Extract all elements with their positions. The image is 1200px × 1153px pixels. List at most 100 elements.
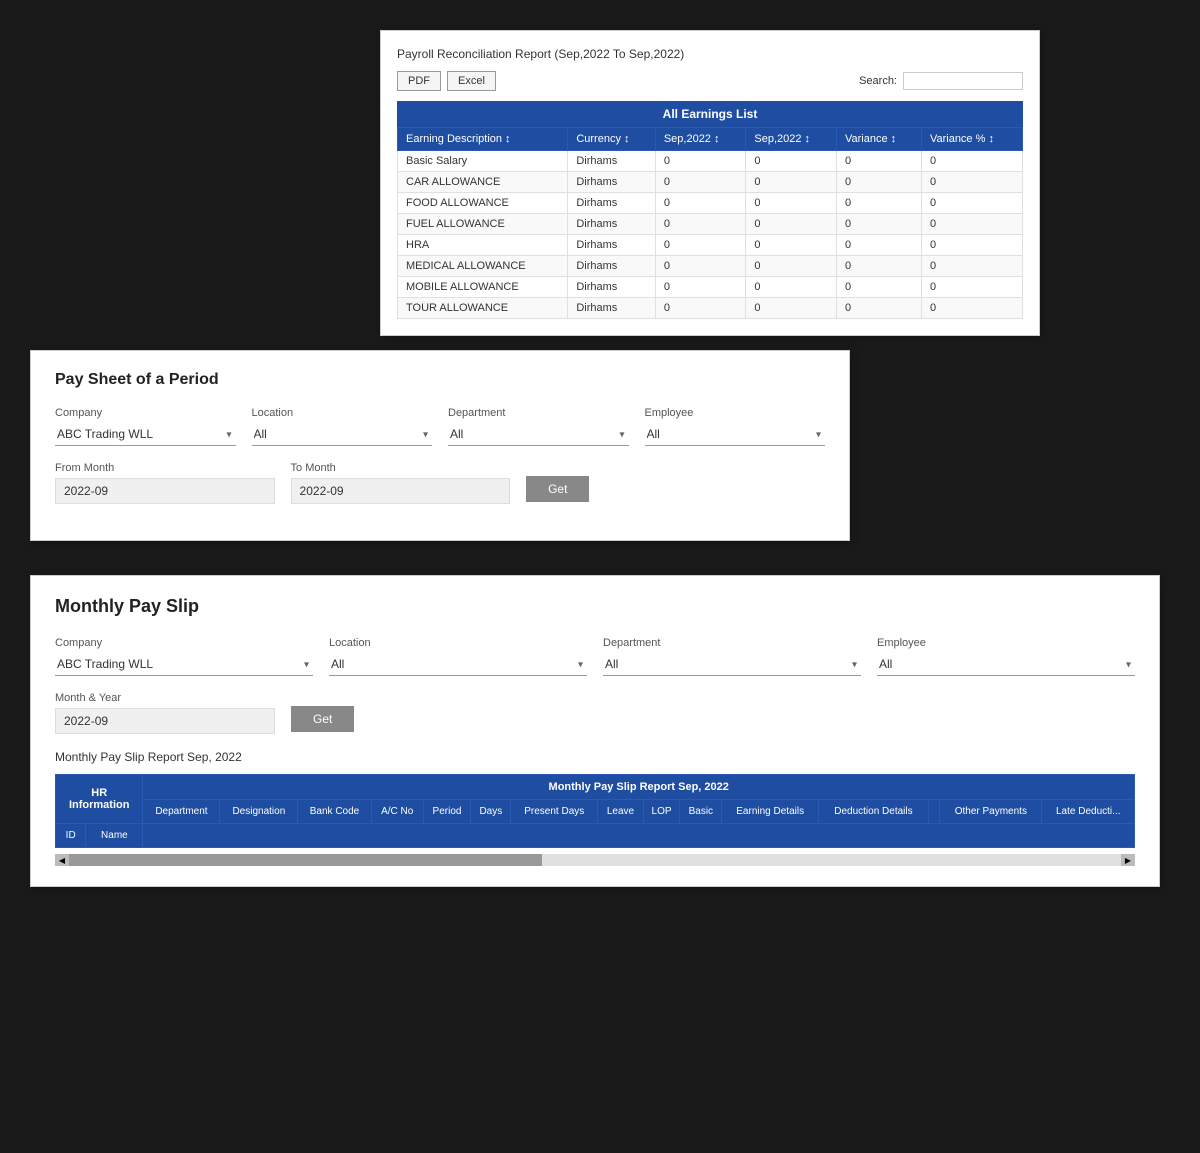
from-month-group: From Month 2022-09: [55, 462, 275, 504]
scrollbar-area: ◀ ▶: [69, 854, 1121, 866]
col-earning-description: Earning Description ↕: [398, 128, 568, 151]
col-name: Name: [86, 824, 143, 848]
button-row: PDF Excel Search:: [397, 71, 1023, 91]
table-row: TOUR ALLOWANCEDirhams0000: [398, 298, 1023, 319]
slip-location-group: Location All: [329, 637, 587, 676]
location-label: Location: [252, 407, 433, 419]
excel-button[interactable]: Excel: [447, 71, 496, 91]
slip-filter-row-1: Company ABC Trading WLL Location All Dep…: [55, 637, 1135, 676]
col-present-days: Present Days: [511, 800, 598, 824]
slip-get-button[interactable]: Get: [291, 706, 354, 732]
company-select[interactable]: ABC Trading WLL: [55, 423, 236, 446]
col-variance: Variance ↕: [836, 128, 921, 151]
employee-select[interactable]: All: [645, 423, 826, 446]
to-month-label: To Month: [291, 462, 511, 474]
employee-select-wrapper: All: [645, 423, 826, 446]
slip-company-label: Company: [55, 637, 313, 649]
slip-department-select[interactable]: All: [603, 653, 861, 676]
department-select[interactable]: All: [448, 423, 629, 446]
col-blank: [928, 800, 939, 824]
department-group: Department All: [448, 407, 629, 446]
monthly-pay-slip-panel: Monthly Pay Slip Company ABC Trading WLL…: [30, 575, 1160, 887]
slip-get-button-container: Get: [291, 706, 354, 734]
pay-sheet-title: Pay Sheet of a Period: [55, 371, 825, 389]
company-label: Company: [55, 407, 236, 419]
col-days: Days: [471, 800, 511, 824]
col-bank-code: Bank Code: [298, 800, 372, 824]
table-row: CAR ALLOWANCEDirhams0000: [398, 172, 1023, 193]
slip-employee-label: Employee: [877, 637, 1135, 649]
search-label: Search:: [859, 75, 897, 87]
table-row: HRADirhams0000: [398, 235, 1023, 256]
col-deduction-details: Deduction Details: [818, 800, 928, 824]
scroll-left-arrow[interactable]: ◀: [55, 854, 69, 866]
col-lop: LOP: [643, 800, 680, 824]
col-id: ID: [56, 824, 86, 848]
slip-location-select[interactable]: All: [329, 653, 587, 676]
slip-table-container: HRInformation Monthly Pay Slip Report Se…: [55, 774, 1135, 848]
slip-department-wrapper: All: [603, 653, 861, 676]
employee-label: Employee: [645, 407, 826, 419]
col-other-payments: Other Payments: [940, 800, 1042, 824]
table-row: MEDICAL ALLOWANCEDirhams0000: [398, 256, 1023, 277]
scrollbar-thumb[interactable]: [69, 854, 542, 866]
month-year-label: Month & Year: [55, 692, 275, 704]
col-ac-no: A/C No: [371, 800, 423, 824]
col-leave: Leave: [598, 800, 644, 824]
col-sep2022-1: Sep,2022 ↕: [655, 128, 746, 151]
col-period: Period: [423, 800, 471, 824]
col-spacer: [143, 824, 1135, 848]
department-label: Department: [448, 407, 629, 419]
col-basic: Basic: [680, 800, 722, 824]
employee-group: Employee All: [645, 407, 826, 446]
col-designation: Designation: [220, 800, 298, 824]
search-row: Search:: [859, 72, 1023, 90]
table-row: FUEL ALLOWANCEDirhams0000: [398, 214, 1023, 235]
month-year-group: Month & Year 2022-09: [55, 692, 275, 734]
location-select[interactable]: All: [252, 423, 433, 446]
month-year-input[interactable]: 2022-09: [55, 708, 275, 734]
filter-row-1: Company ABC Trading WLL Location All Dep…: [55, 407, 825, 446]
slip-company-wrapper: ABC Trading WLL: [55, 653, 313, 676]
table-row: MOBILE ALLOWANCEDirhams0000: [398, 277, 1023, 298]
slip-id-name-row: ID Name: [56, 824, 1135, 848]
slip-location-wrapper: All: [329, 653, 587, 676]
col-currency: Currency ↕: [568, 128, 656, 151]
slip-employee-select[interactable]: All: [877, 653, 1135, 676]
scroll-right-arrow[interactable]: ▶: [1121, 854, 1135, 866]
slip-filter-row-2: Month & Year 2022-09 Get: [55, 692, 1135, 734]
sub-report-title: Monthly Pay Slip Report Sep, 2022: [55, 750, 1135, 764]
pdf-button[interactable]: PDF: [397, 71, 441, 91]
location-select-wrapper: All: [252, 423, 433, 446]
get-button[interactable]: Get: [526, 476, 589, 502]
hr-info-header: HRInformation: [56, 775, 143, 824]
company-group: Company ABC Trading WLL: [55, 407, 236, 446]
table-section-header: All Earnings List: [397, 101, 1023, 127]
location-group: Location All: [252, 407, 433, 446]
slip-location-label: Location: [329, 637, 587, 649]
table-header-row: Earning Description ↕ Currency ↕ Sep,202…: [398, 128, 1023, 151]
to-month-group: To Month 2022-09: [291, 462, 511, 504]
company-select-wrapper: ABC Trading WLL: [55, 423, 236, 446]
department-select-wrapper: All: [448, 423, 629, 446]
slip-department-label: Department: [603, 637, 861, 649]
pay-sheet-panel: Pay Sheet of a Period Company ABC Tradin…: [30, 350, 850, 541]
search-input[interactable]: [903, 72, 1023, 90]
scrollbar-track[interactable]: [69, 854, 1121, 866]
slip-table: HRInformation Monthly Pay Slip Report Se…: [55, 774, 1135, 848]
from-month-input[interactable]: 2022-09: [55, 478, 275, 504]
slip-header-row-1: HRInformation Monthly Pay Slip Report Se…: [56, 775, 1135, 800]
slip-employee-group: Employee All: [877, 637, 1135, 676]
table-row: Basic SalaryDirhams0000: [398, 151, 1023, 172]
table-row: FOOD ALLOWANCEDirhams0000: [398, 193, 1023, 214]
col-late-deduction: Late Deducti...: [1042, 800, 1135, 824]
slip-company-group: Company ABC Trading WLL: [55, 637, 313, 676]
from-month-label: From Month: [55, 462, 275, 474]
col-variance-pct: Variance % ↕: [921, 128, 1022, 151]
slip-department-group: Department All: [603, 637, 861, 676]
slip-header-row-2: Department Designation Bank Code A/C No …: [56, 800, 1135, 824]
to-month-input[interactable]: 2022-09: [291, 478, 511, 504]
report-span-header: Monthly Pay Slip Report Sep, 2022: [143, 775, 1135, 800]
slip-company-select[interactable]: ABC Trading WLL: [55, 653, 313, 676]
filter-row-2: From Month 2022-09 To Month 2022-09 Get: [55, 462, 825, 504]
